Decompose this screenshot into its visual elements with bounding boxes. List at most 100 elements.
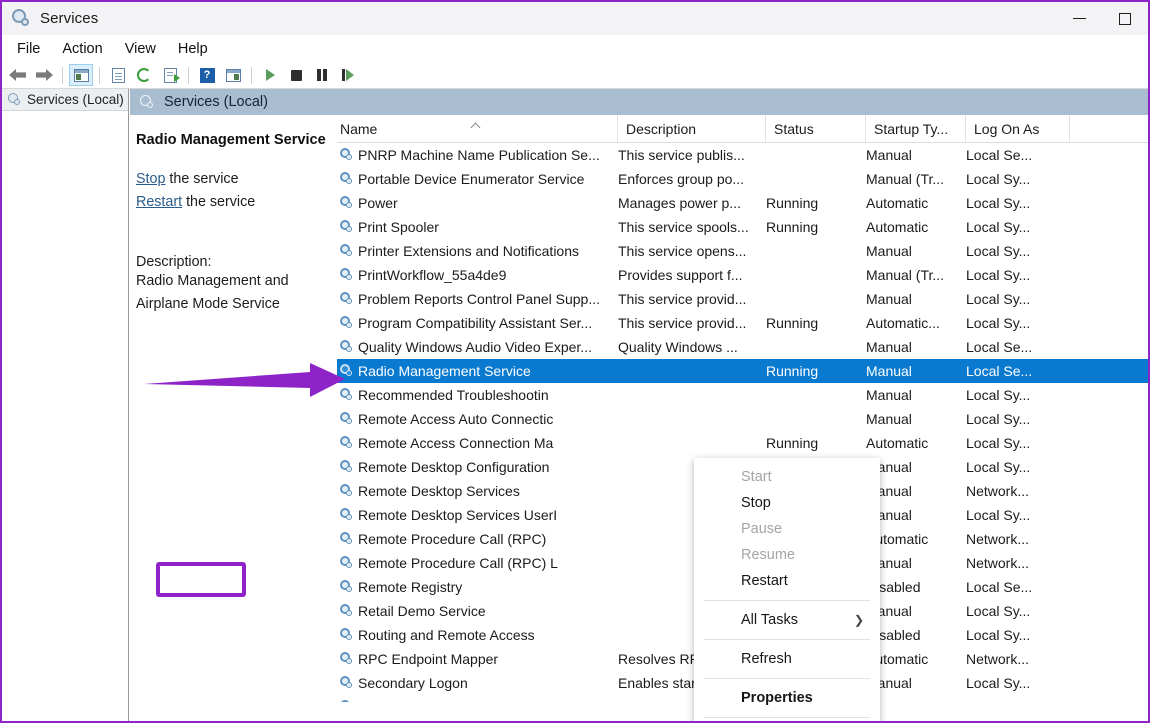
horizontal-scrollbar[interactable] xyxy=(130,702,1148,721)
context-menu-item-all-tasks[interactable]: All Tasks ❯ xyxy=(694,607,880,633)
show-hide-console-tree-button[interactable] xyxy=(69,64,93,86)
cell-startup-type: Manual xyxy=(866,147,912,163)
stop-service-link[interactable]: Stop xyxy=(136,171,165,187)
menu-help[interactable]: Help xyxy=(167,39,219,59)
cell-status xyxy=(766,263,866,287)
show-action-pane-button[interactable] xyxy=(221,64,245,86)
cell-name: Remote Desktop Configuration xyxy=(337,455,618,479)
cell-startup-type: Manual xyxy=(866,363,912,379)
help-button[interactable]: ? xyxy=(195,64,219,86)
pane-tab-services-local[interactable]: Services (Local) xyxy=(130,89,1148,115)
console-tree-icon xyxy=(73,68,89,82)
service-name-label: Power xyxy=(358,195,398,211)
column-header-description[interactable]: Description xyxy=(618,115,766,142)
cell-description: Quality Windows ... xyxy=(618,339,738,355)
service-name-label: PNRP Machine Name Publication Se... xyxy=(358,147,600,163)
table-row[interactable]: Problem Reports Control Panel Supp... Thi… xyxy=(337,287,1148,311)
properties-document-icon xyxy=(111,67,125,83)
column-header-status[interactable]: Status xyxy=(766,115,866,142)
stop-service-button[interactable] xyxy=(284,64,308,86)
table-row[interactable]: Program Compatibility Assistant Ser... Th… xyxy=(337,311,1148,335)
service-name-label: Remote Registry xyxy=(358,579,463,595)
cell-status: Running xyxy=(766,315,819,331)
service-name-label: Radio Management Service xyxy=(358,363,531,379)
cell-startup-type: Disabled xyxy=(866,579,921,595)
menu-action[interactable]: Action xyxy=(51,39,113,59)
service-gear-icon xyxy=(340,340,355,354)
stop-square-icon xyxy=(290,69,302,81)
column-header-name[interactable]: Name xyxy=(337,115,618,142)
cell-log-on-as: Local Sy... xyxy=(966,219,1031,235)
menu-view[interactable]: View xyxy=(114,39,167,59)
arrow-left-icon xyxy=(9,69,26,81)
service-name-label: Quality Windows Audio Video Exper... xyxy=(358,339,592,355)
table-row[interactable]: Printer Extensions and Notifications This… xyxy=(337,239,1148,263)
start-service-button[interactable] xyxy=(258,64,282,86)
cell-name: Quality Windows Audio Video Exper... xyxy=(337,335,618,359)
cell-startup-type: Manual xyxy=(866,339,912,355)
cell-log-on-as: Local Se... xyxy=(966,147,1033,163)
context-menu-item-restart[interactable]: Restart xyxy=(694,568,880,594)
table-row[interactable]: PNRP Machine Name Publication Se... This … xyxy=(337,143,1148,167)
cell-status: Running xyxy=(766,195,819,211)
restart-service-link[interactable]: Restart xyxy=(136,194,182,210)
cell-status xyxy=(766,239,866,263)
context-menu-item-properties[interactable]: Properties xyxy=(694,685,880,711)
service-action-links: Stop the service Restart the service xyxy=(136,168,325,214)
cell-status xyxy=(766,383,866,407)
services-gear-icon xyxy=(8,92,22,107)
cell-name: Retail Demo Service xyxy=(337,599,618,623)
list-header-row: Name Description Status Startup Ty... Lo… xyxy=(337,115,1148,143)
table-row[interactable]: Print Spooler This service spools... Runni… xyxy=(337,215,1148,239)
table-row[interactable]: Recommended Troubleshootin Manual Local Sy… xyxy=(337,383,1148,407)
table-row[interactable]: Quality Windows Audio Video Exper... Qual… xyxy=(337,335,1148,359)
table-row[interactable]: PrintWorkflow_55a4de9 Provides support f.… xyxy=(337,263,1148,287)
minimize-button[interactable] xyxy=(1056,2,1102,35)
cell-startup-type: Manual xyxy=(866,387,912,403)
column-header-startup-type[interactable]: Startup Ty... xyxy=(866,115,966,142)
cell-name: PrintWorkflow_55a4de9 xyxy=(337,263,618,287)
context-menu-item-label: Refresh xyxy=(741,651,792,667)
pause-service-button[interactable] xyxy=(310,64,334,86)
context-menu-item-refresh[interactable]: Refresh xyxy=(694,646,880,672)
context-menu-separator xyxy=(704,678,870,679)
context-menu-item-stop[interactable]: Stop xyxy=(694,490,880,516)
export-list-button[interactable] xyxy=(158,64,182,86)
cell-name: Portable Device Enumerator Service xyxy=(337,167,618,191)
maximize-button[interactable] xyxy=(1102,2,1148,35)
column-header-log-on-as[interactable]: Log On As xyxy=(966,115,1070,142)
cell-name: Program Compatibility Assistant Ser... xyxy=(337,311,618,335)
service-gear-icon xyxy=(340,652,355,666)
service-name-label: RPC Endpoint Mapper xyxy=(358,651,499,667)
restart-service-button[interactable] xyxy=(336,64,360,86)
table-row[interactable]: Remote Access Connection Ma Running Automa… xyxy=(337,431,1148,455)
cell-name: Secondary Logon xyxy=(337,671,618,695)
cell-status xyxy=(766,167,866,191)
cell-startup-type: Manual xyxy=(866,243,912,259)
cell-startup-type: Automatic xyxy=(866,195,929,211)
refresh-button[interactable] xyxy=(132,64,156,86)
menu-file[interactable]: File xyxy=(6,39,51,59)
back-button[interactable] xyxy=(6,64,30,86)
service-name-label: Remote Desktop Services UserI xyxy=(358,507,558,523)
properties-button[interactable] xyxy=(106,64,130,86)
cell-startup-type: Manual xyxy=(866,291,912,307)
service-name-label: Printer Extensions and Notifications xyxy=(358,243,579,259)
title-bar: Services xyxy=(2,2,1148,35)
service-gear-icon xyxy=(340,268,355,282)
table-row-selected[interactable]: Radio Management Service Running Manual Loc… xyxy=(337,359,1148,383)
table-row[interactable]: Power Manages power p... Running Automatic L… xyxy=(337,191,1148,215)
forward-button[interactable] xyxy=(32,64,56,86)
services-gear-icon xyxy=(12,8,32,29)
service-gear-icon xyxy=(340,676,355,690)
cell-log-on-as: Local Se... xyxy=(966,339,1033,355)
tree-root-item[interactable]: Services (Local) xyxy=(2,89,128,111)
table-row[interactable]: Remote Access Auto Connectic Manual Local … xyxy=(337,407,1148,431)
table-row[interactable]: Portable Device Enumerator Service Enforc… xyxy=(337,167,1148,191)
service-detail-title: Radio Management Service xyxy=(136,132,326,148)
cell-name: Remote Registry xyxy=(337,575,618,599)
play-icon xyxy=(265,69,275,81)
cell-startup-type: Automatic xyxy=(866,219,929,235)
cell-log-on-as: Local Sy... xyxy=(966,435,1031,451)
context-menu-item-label: Pause xyxy=(741,521,783,537)
